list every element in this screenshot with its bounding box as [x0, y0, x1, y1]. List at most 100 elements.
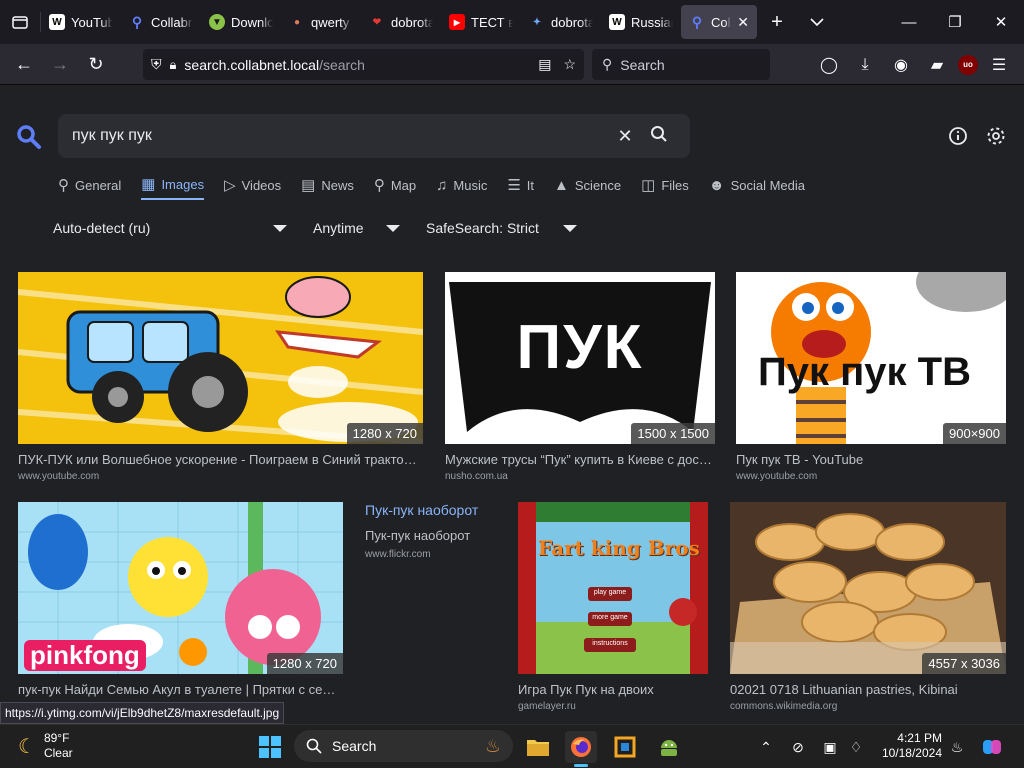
firefox-button[interactable]	[565, 731, 597, 763]
tab-downloads[interactable]: ▼ Downloads	[201, 5, 281, 39]
wikipedia-icon: W	[49, 14, 65, 30]
account-button[interactable]: ◉	[886, 50, 916, 80]
bookmark-star-icon[interactable]: ☆	[563, 56, 576, 73]
tab-videos[interactable]: ▷ Videos	[224, 174, 281, 200]
navigation-toolbar: ← → ↻ ⛨ 🔒︎ search.collabnet.local/search…	[0, 44, 1024, 85]
menu-button[interactable]: ☰	[984, 50, 1014, 80]
url-text[interactable]: search.collabnet.local/search	[184, 57, 365, 73]
search-placeholder: Search	[620, 56, 665, 73]
tab-collabnet-active[interactable]: ⚲ Collabnet ✕	[681, 5, 757, 39]
music-icon: ♫	[436, 176, 448, 194]
tab-collabnet-1[interactable]: ⚲ Collabnet	[121, 5, 201, 39]
result-source: commons.wikimedia.org	[730, 701, 838, 712]
info-button[interactable]	[946, 124, 970, 148]
image-dimensions: 1280 x 720	[346, 423, 423, 444]
ublock-origin-button[interactable]: uo	[958, 54, 978, 75]
image-result[interactable]: Пук-пук наоборот Пук-пук наоборот www.fl…	[365, 502, 500, 560]
tab-youtube[interactable]: W YouTube	[41, 5, 121, 39]
image-result[interactable]: ПУК 1500 x 1500 Мужские трусы “Пук” купи…	[445, 272, 715, 482]
back-button[interactable]: ←	[6, 48, 42, 80]
network-button[interactable]: ⊘	[784, 731, 812, 763]
reload-button[interactable]: ↻	[78, 48, 114, 80]
weather-widget[interactable]: ☾ 89°F Clear	[18, 731, 73, 761]
image-result[interactable]: Пук пук ТВ 900×900 Пук пук ТВ - YouTube …	[736, 272, 1006, 482]
close-tab-icon[interactable]: ✕	[737, 14, 749, 31]
time-range-select[interactable]: Anytime	[313, 220, 400, 236]
result-thumbnail[interactable]: 1280 x 720	[18, 272, 423, 444]
file-explorer-button[interactable]	[522, 731, 554, 763]
url-bar[interactable]: ⛨ 🔒︎ search.collabnet.local/search ▤ ☆	[143, 49, 584, 80]
system-clock[interactable]: 4:21 PM 10/18/2024	[872, 731, 942, 761]
show-hidden-icons-button[interactable]: ⌃	[752, 731, 780, 763]
moon-icon: ☾	[18, 735, 36, 758]
safesearch-select[interactable]: SafeSearch: Strict	[426, 220, 577, 236]
tab-test[interactable]: ▶ ТЕСТ в	[441, 5, 521, 39]
tab-label: Downloads	[231, 14, 273, 30]
image-result[interactable]: 4557 x 3036 02021 0718 Lithuanian pastri…	[730, 502, 1006, 712]
result-thumbnail[interactable]: Fart king Bros play game more game instr…	[518, 502, 708, 674]
notifications-button[interactable]: ♨	[943, 731, 971, 763]
tab-general[interactable]: ⚲ General	[58, 174, 121, 200]
settings-button[interactable]	[984, 124, 1008, 148]
forward-button[interactable]: →	[42, 48, 78, 80]
clear-search-button[interactable]: ✕	[608, 126, 642, 147]
pocket-button[interactable]: ◯	[814, 50, 844, 80]
result-title[interactable]: Пук пук ТВ - YouTube	[736, 452, 1006, 467]
volume-button[interactable]: ♢	[842, 731, 870, 763]
search-input[interactable]	[72, 127, 608, 145]
tab-news[interactable]: ▤ News	[301, 174, 354, 200]
result-title[interactable]: ПУК-ПУК или Волшебное ускорение - Поигра…	[18, 452, 423, 467]
tab-russian[interactable]: W Russian	[601, 5, 681, 39]
dropdown-arrow-icon	[273, 224, 287, 232]
tab-social-media[interactable]: ☻ Social Media	[709, 174, 805, 200]
start-button[interactable]	[254, 731, 286, 763]
tab-map[interactable]: ⚲ Map	[374, 174, 416, 200]
result-thumbnail[interactable]: Пук пук ТВ 900×900	[736, 272, 1006, 444]
new-tab-button[interactable]: +	[757, 0, 797, 44]
android-app-button[interactable]	[653, 731, 685, 763]
taskbar-search[interactable]: Search ♨	[294, 730, 513, 762]
lock-icon[interactable]: 🔒︎	[170, 57, 177, 73]
firefox-view-button[interactable]	[0, 0, 40, 44]
tab-dobrota-1[interactable]: ❤ dobrota	[361, 5, 441, 39]
firefox-view-icon	[12, 16, 28, 29]
downloads-button[interactable]: ⤓	[850, 50, 880, 80]
minimize-button[interactable]: —	[886, 0, 932, 44]
language-select[interactable]: Auto-detect (ru)	[53, 220, 287, 236]
image-dimensions: 900×900	[943, 423, 1006, 444]
tab-qwerty[interactable]: ● qwerty	[281, 5, 361, 39]
result-title[interactable]: Мужские трусы “Пук” купить в Киеве с дос…	[445, 452, 715, 467]
search-logo[interactable]	[16, 124, 42, 157]
search-submit-button[interactable]	[642, 125, 676, 148]
tab-dobrota-2[interactable]: ✦ dobrota	[521, 5, 601, 39]
image-result[interactable]: 1280 x 720 ПУК-ПУК или Волшебное ускорен…	[18, 272, 423, 482]
result-title[interactable]: Игра Пук Пук на двоих	[518, 682, 708, 697]
image-result[interactable]: pinkfong 1280 x 720 пук-пук Найди Семью …	[18, 502, 343, 697]
shield-icon[interactable]: ⛨	[151, 56, 162, 73]
game-menu-item: more game	[592, 614, 628, 621]
pinkfong-logo: pinkfong	[24, 640, 146, 671]
tab-it[interactable]: ☰ It	[507, 174, 534, 200]
list-all-tabs-button[interactable]	[797, 0, 837, 44]
tab-science[interactable]: ▲ Science	[554, 174, 621, 200]
restore-button[interactable]: ❐	[932, 0, 978, 44]
reader-view-icon[interactable]: ▤	[538, 56, 551, 73]
image-result[interactable]: Fart king Bros play game more game instr…	[518, 502, 708, 712]
extensions-button[interactable]: ▰	[922, 50, 952, 80]
display-button[interactable]: ▣	[816, 731, 844, 763]
copilot-button[interactable]	[978, 731, 1006, 763]
tab-label: Videos	[241, 177, 282, 193]
youtube-icon: ▶	[449, 14, 465, 30]
browser-search-bar[interactable]: ⚲ Search	[592, 49, 770, 80]
tab-images[interactable]: ▦ Images	[141, 174, 205, 200]
remote-desktop-button[interactable]	[609, 731, 641, 763]
result-thumbnail[interactable]: ПУК 1500 x 1500	[445, 272, 715, 444]
close-window-button[interactable]: ✕	[978, 0, 1024, 44]
tab-music[interactable]: ♫ Music	[436, 174, 487, 200]
result-title[interactable]: 02021 0718 Lithuanian pastries, Kibinai	[730, 682, 1006, 697]
result-thumbnail[interactable]: pinkfong 1280 x 720	[18, 502, 343, 674]
tab-files[interactable]: ◫ Files	[641, 174, 689, 200]
result-title[interactable]: Пук-пук наоборот	[365, 502, 500, 518]
result-title[interactable]: пук-пук Найди Семью Акул в туалете | Пря…	[18, 682, 343, 697]
result-thumbnail[interactable]: 4557 x 3036	[730, 502, 1006, 674]
